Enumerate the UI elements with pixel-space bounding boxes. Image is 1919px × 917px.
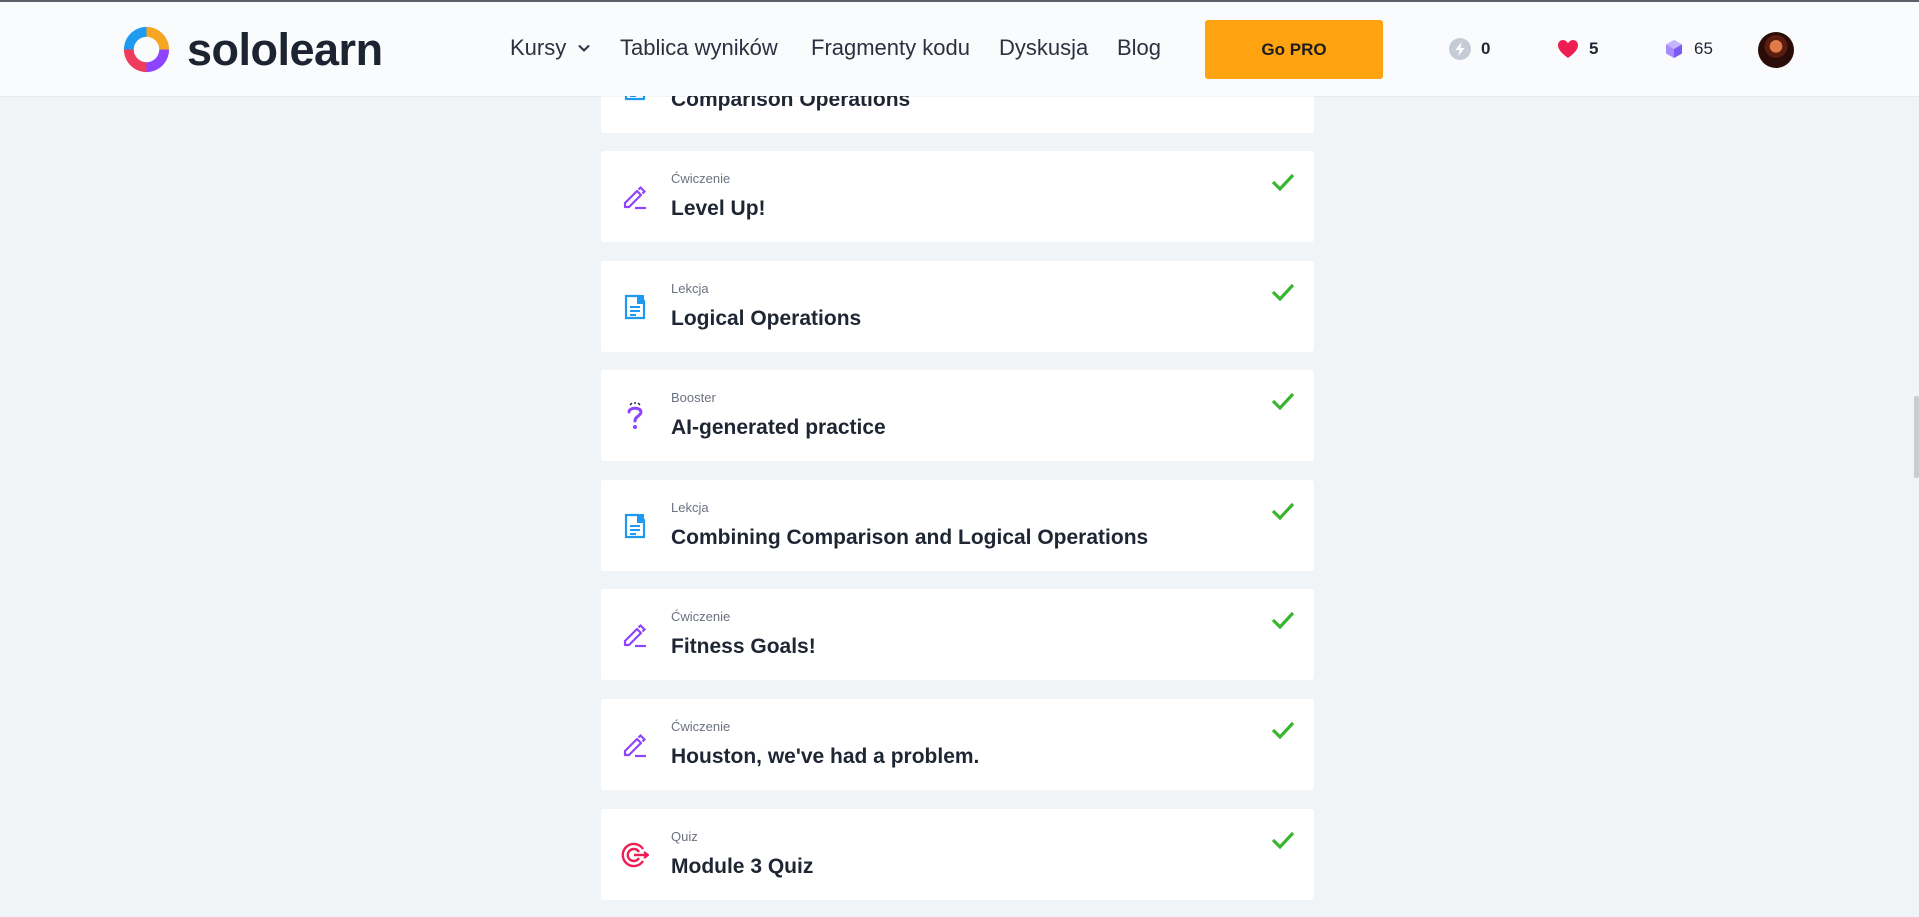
lesson-title: Logical Operations bbox=[671, 307, 862, 330]
sololearn-logo[interactable]: sololearn bbox=[120, 21, 383, 77]
lesson-card[interactable]: Ćwiczenie Fitness Goals! bbox=[601, 589, 1314, 680]
hearts-counter[interactable]: 5 bbox=[1557, 35, 1598, 63]
lesson-card[interactable]: Ćwiczenie Houston, we've had a problem. bbox=[601, 699, 1314, 790]
checkmark-icon bbox=[1271, 721, 1295, 740]
lesson-card[interactable]: Quiz Module 3 Quiz bbox=[601, 809, 1314, 900]
lesson-card[interactable]: Lekcja Combining Comparison and Logical … bbox=[601, 480, 1314, 571]
user-avatar[interactable] bbox=[1758, 32, 1794, 68]
checkmark-icon bbox=[1271, 831, 1295, 850]
lesson-type: Lekcja bbox=[671, 500, 709, 515]
lesson-title: Fitness Goals! bbox=[671, 635, 816, 658]
page-scrollbar[interactable] bbox=[1914, 396, 1919, 478]
question-icon bbox=[627, 402, 643, 429]
lesson-card[interactable]: Booster AI-generated practice bbox=[601, 370, 1314, 461]
nav-blog[interactable]: Blog bbox=[1117, 31, 1161, 65]
lesson-title: Module 3 Quiz bbox=[671, 855, 814, 878]
lesson-title: Combining Comparison and Logical Operati… bbox=[671, 526, 1149, 549]
lesson-type: Ćwiczenie bbox=[671, 719, 731, 734]
sololearn-logo-icon bbox=[123, 26, 170, 72]
brand-name: sololearn bbox=[187, 23, 383, 75]
target-icon bbox=[621, 842, 649, 868]
chevron-down-icon bbox=[578, 44, 590, 52]
hearts-count: 5 bbox=[1589, 39, 1599, 58]
lesson-icon bbox=[624, 294, 646, 320]
nav-code-bits[interactable]: Fragmenty kodu bbox=[811, 31, 970, 65]
go-pro-button[interactable]: Go PRO bbox=[1205, 20, 1383, 79]
nav-courses[interactable]: Kursy bbox=[510, 31, 590, 65]
lesson-icon bbox=[624, 513, 646, 539]
nav-courses-label: Kursy bbox=[510, 35, 567, 60]
lesson-title: Level Up! bbox=[671, 197, 766, 220]
lesson-type: Ćwiczenie bbox=[671, 609, 731, 624]
lesson-type: Booster bbox=[671, 390, 716, 405]
nav-discuss[interactable]: Dyskusja bbox=[999, 31, 1088, 65]
gems-count: 65 bbox=[1694, 39, 1713, 58]
checkmark-icon bbox=[1271, 611, 1295, 630]
window-top-border bbox=[0, 0, 1919, 2]
lesson-title: AI-generated practice bbox=[671, 416, 886, 439]
checkmark-icon bbox=[1271, 392, 1295, 411]
lesson-type: Lekcja bbox=[671, 281, 709, 296]
lesson-card[interactable]: Ćwiczenie Level Up! bbox=[601, 151, 1314, 242]
pencil-icon bbox=[623, 623, 647, 648]
bolt-icon bbox=[1449, 38, 1471, 60]
pencil-icon bbox=[623, 185, 647, 210]
lesson-title: Houston, we've had a problem. bbox=[671, 745, 980, 768]
checkmark-icon bbox=[1271, 502, 1295, 521]
lesson-type: Ćwiczenie bbox=[671, 171, 731, 186]
bolt-counter[interactable]: 0 bbox=[1449, 35, 1490, 63]
lesson-type: Quiz bbox=[671, 829, 698, 844]
gems-counter[interactable]: 65 bbox=[1664, 35, 1713, 63]
nav-leaderboard[interactable]: Tablica wyników bbox=[620, 31, 778, 65]
bolt-count: 0 bbox=[1481, 39, 1491, 58]
heart-icon bbox=[1558, 40, 1578, 58]
gem-icon bbox=[1666, 40, 1682, 58]
pencil-icon bbox=[623, 733, 647, 758]
lesson-card[interactable]: Lekcja Logical Operations bbox=[601, 261, 1314, 352]
checkmark-icon bbox=[1271, 173, 1295, 192]
top-navbar: sololearn Kursy Tablica wyników Fragment… bbox=[0, 1, 1919, 96]
checkmark-icon bbox=[1271, 283, 1295, 302]
